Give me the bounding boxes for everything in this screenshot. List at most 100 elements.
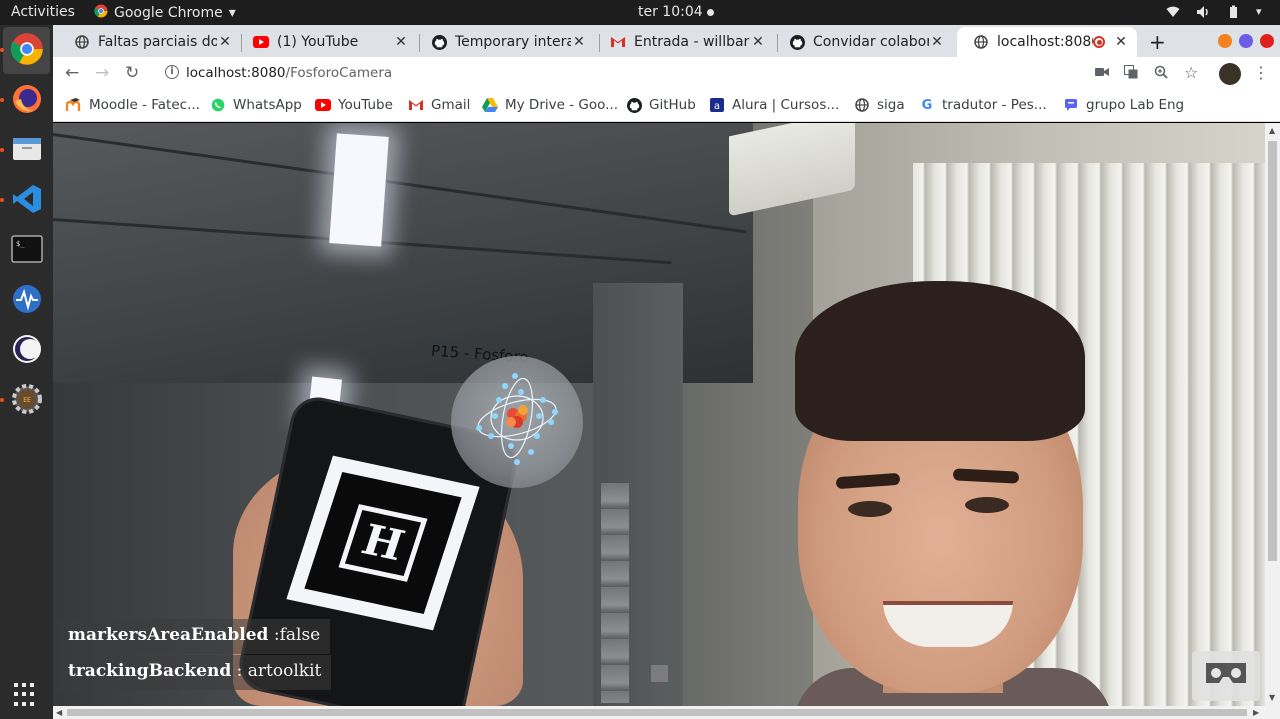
bookmark-github[interactable]: GitHub — [626, 97, 696, 113]
app-menu[interactable]: Google Chrome ▾ — [94, 4, 236, 22]
notification-dot-icon — [706, 8, 714, 16]
profile-avatar[interactable] — [1219, 63, 1241, 85]
grid-dot-icon — [30, 692, 34, 697]
close-icon[interactable]: ✕ — [750, 34, 766, 50]
horizontal-scrollbar[interactable]: ◀ ▶ — [53, 706, 1280, 719]
dock-eclipse[interactable] — [3, 327, 50, 374]
info-value: : artoolkit — [231, 661, 322, 681]
tab-title: Convidar colabora — [813, 34, 929, 50]
scroll-left-icon[interactable]: ◀ — [56, 708, 62, 717]
terminal-icon: $_ — [10, 234, 43, 267]
back-button[interactable]: ← — [65, 63, 79, 83]
address-bar[interactable]: i localhost:8080/FosforoCamera — [153, 60, 1153, 88]
system-tray[interactable]: ▾ — [1166, 5, 1270, 19]
tab-title: (1) YouTube — [277, 34, 359, 50]
translate-icon[interactable] — [1124, 65, 1138, 83]
bookmark-label: siga — [877, 97, 905, 113]
chrome-window: Faltas parciais do e ✕ (1) YouTube ✕ Tem… — [53, 25, 1280, 719]
tab-strip: Faltas parciais do e ✕ (1) YouTube ✕ Tem… — [53, 25, 1280, 57]
close-icon[interactable]: ✕ — [929, 34, 945, 50]
camera-background — [601, 483, 629, 703]
url-host: localhost:8080 — [186, 65, 286, 81]
running-indicator-icon — [0, 398, 4, 402]
youtube-icon — [315, 97, 331, 113]
dock-java-ee-ide[interactable]: EE — [3, 377, 50, 424]
bookmark-tradutor[interactable]: G tradutor - Pes... — [919, 97, 1047, 113]
close-icon[interactable]: ✕ — [217, 34, 233, 50]
info-tracking-backend: trackingBackend : artoolkit — [58, 655, 332, 690]
ceiling-lamp — [329, 133, 389, 247]
svg-text:a: a — [714, 101, 720, 112]
tab-youtube[interactable]: (1) YouTube ✕ — [237, 27, 417, 57]
tab-github-temporary[interactable]: Temporary interac ✕ — [415, 27, 595, 57]
bookmark-gmail[interactable]: Gmail — [408, 97, 470, 113]
gnome-top-bar: Activities Google Chrome ▾ ter 10:04 ▾ — [0, 0, 1280, 25]
alura-icon: a — [709, 97, 725, 113]
grid-dot-icon — [30, 683, 34, 687]
scroll-thumb[interactable] — [67, 709, 1247, 716]
person-eye — [848, 501, 892, 517]
minimize-button[interactable] — [1218, 34, 1232, 48]
tab-faltas[interactable]: Faltas parciais do e ✕ — [58, 27, 241, 57]
info-icon[interactable]: i — [165, 65, 179, 79]
tab-gmail[interactable]: Entrada - willbarre ✕ — [594, 27, 774, 57]
dock-system-monitor[interactable] — [3, 277, 50, 324]
activities-button[interactable]: Activities — [11, 4, 75, 20]
clock[interactable]: ter 10:04 — [638, 4, 714, 20]
vertical-scrollbar[interactable]: ▲ ▼ — [1265, 123, 1280, 706]
bookmark-moodle[interactable]: Moodle - Fatec... — [66, 97, 200, 113]
grid-dot-icon — [22, 692, 26, 697]
maximize-button[interactable] — [1239, 34, 1253, 48]
bookmark-label: My Drive - Goo... — [505, 97, 618, 113]
bookmark-alura[interactable]: a Alura | Cursos... — [709, 97, 839, 113]
scroll-up-icon[interactable]: ▲ — [1269, 126, 1275, 135]
grid-dot-icon — [22, 701, 26, 706]
close-icon[interactable]: ✕ — [571, 34, 587, 50]
dock-files[interactable] — [3, 127, 50, 174]
bookmark-drive[interactable]: My Drive - Goo... — [482, 97, 618, 113]
person-hair — [795, 281, 1085, 441]
close-icon[interactable]: ✕ — [393, 34, 409, 50]
bookmark-grupo-lab[interactable]: grupo Lab Eng — [1063, 97, 1184, 113]
bookmark-label: Moodle - Fatec... — [89, 97, 200, 113]
dock-chrome[interactable] — [3, 27, 50, 74]
star-icon[interactable]: ☆ — [1184, 63, 1198, 82]
new-tab-button[interactable]: + — [1149, 30, 1166, 54]
eclipse-icon — [11, 333, 43, 369]
vr-mode-button[interactable] — [1192, 651, 1260, 701]
running-indicator-icon — [0, 198, 4, 202]
ar-camera-view[interactable]: H P15 - Fosforo markersAreaEnabled :fals… — [53, 123, 1265, 706]
show-applications-button[interactable] — [14, 683, 38, 707]
globe-icon — [973, 34, 989, 50]
bookmark-siga[interactable]: siga — [854, 97, 905, 113]
bookmark-whatsapp[interactable]: WhatsApp — [210, 97, 302, 113]
scroll-down-icon[interactable]: ▼ — [1269, 693, 1275, 702]
scroll-right-icon[interactable]: ▶ — [1253, 708, 1259, 717]
forward-button[interactable]: → — [95, 63, 109, 83]
bookmark-label: Gmail — [431, 97, 471, 113]
more-menu-icon[interactable]: ⋮ — [1253, 63, 1269, 82]
hiro-marker-glyph: H — [338, 504, 428, 582]
youtube-icon — [253, 34, 269, 50]
scroll-thumb[interactable] — [1268, 141, 1277, 561]
close-icon[interactable]: ✕ — [1113, 34, 1129, 50]
chrome-small-icon — [94, 4, 108, 22]
recording-indicator-icon — [1093, 36, 1105, 48]
bookmark-youtube[interactable]: YouTube — [315, 97, 393, 113]
tab-localhost[interactable]: localhost:8080/ ✕ — [957, 27, 1137, 57]
drive-icon — [482, 97, 498, 113]
wifi-icon — [1166, 5, 1180, 19]
zoom-icon[interactable] — [1154, 65, 1168, 83]
dock-firefox[interactable] — [3, 77, 50, 124]
dock: $_ EE — [0, 25, 53, 719]
close-window-button[interactable] — [1260, 34, 1274, 48]
info-markers-area: markersAreaEnabled :false — [58, 619, 331, 654]
tab-github-convidar[interactable]: Convidar colabora ✕ — [773, 27, 953, 57]
clock-label: ter 10:04 — [638, 4, 703, 20]
chat-icon — [1063, 97, 1079, 113]
dock-vscode[interactable] — [3, 177, 50, 224]
reload-button[interactable]: ↻ — [125, 63, 139, 83]
dock-terminal[interactable]: $_ — [3, 227, 50, 274]
camera-in-use-icon[interactable] — [1095, 65, 1109, 81]
globe-icon — [74, 34, 90, 50]
